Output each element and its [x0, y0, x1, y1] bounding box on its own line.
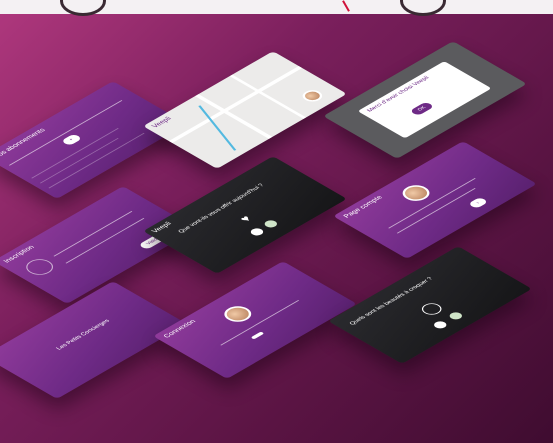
map-avatar[interactable] — [298, 87, 327, 104]
profile-avatar[interactable] — [397, 182, 436, 205]
screen-title: Page compte — [342, 195, 385, 220]
edit-button[interactable]: › — [467, 197, 489, 209]
app-screens-mockup: Vos abonnements + Veepli Merci d'avoir c… — [0, 0, 553, 443]
screen-connexion: Connexion — [153, 261, 357, 379]
action-dot[interactable] — [248, 226, 266, 237]
profile-avatar — [218, 303, 257, 326]
screen-map: Veepli — [143, 51, 347, 169]
login-button[interactable] — [250, 331, 265, 340]
brand-label: Veepli — [150, 116, 174, 130]
screen-dark-heart: Veepli Que vont-ils vous offrir aujourd'… — [143, 156, 347, 274]
screen-abonnements: Vos abonnements + — [0, 81, 187, 199]
question-text: Que vont-ils vous offrir aujourd'hui ? — [177, 183, 266, 235]
dialog: Merci d'avoir choisi Veepli OK — [357, 61, 492, 139]
subscribe-button[interactable]: + — [60, 133, 83, 147]
dialog-ok-button[interactable]: OK — [409, 101, 435, 116]
question-text: Quels sont les beautés à croquer ? — [348, 276, 435, 327]
action-dot[interactable] — [262, 218, 280, 229]
screen-popup: Merci d'avoir choisi Veepli OK — [323, 41, 527, 159]
map-road — [229, 74, 307, 119]
screen-dark-timer: Quels sont les beautés à croquer ? — [328, 246, 532, 364]
brand-label: Veepli — [150, 221, 174, 235]
heart-icon[interactable]: ♥ — [236, 213, 255, 224]
screen-profil: Page compte › — [333, 141, 537, 259]
timer-icon — [417, 301, 446, 317]
action-dot[interactable] — [447, 310, 465, 321]
field-line[interactable] — [53, 211, 133, 257]
screen-title: Vos abonnements — [0, 127, 48, 160]
list-item — [39, 137, 119, 184]
brand-logo-text: Les Petits Concierges — [55, 318, 112, 352]
field-line — [388, 177, 476, 229]
profile-photo-placeholder[interactable] — [20, 256, 59, 278]
action-dot[interactable] — [431, 319, 449, 330]
